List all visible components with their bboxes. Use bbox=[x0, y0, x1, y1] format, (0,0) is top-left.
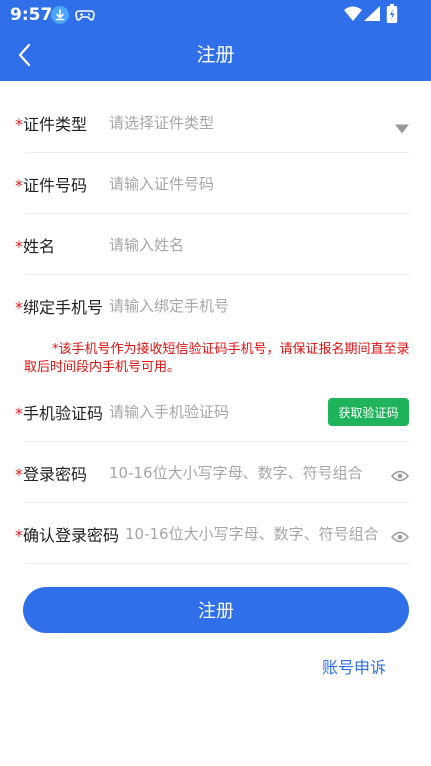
name-input[interactable] bbox=[109, 233, 399, 257]
id-number-field[interactable]: *证件号码 bbox=[15, 154, 409, 214]
id-number-label: *证件号码 bbox=[15, 172, 87, 196]
id-number-label-text: 证件号码 bbox=[23, 176, 88, 195]
confirm-password-label-text: 确认登录密码 bbox=[23, 526, 120, 545]
gamepad-icon bbox=[75, 6, 95, 24]
id-number-input[interactable] bbox=[109, 172, 399, 196]
id-type-label: *证件类型 bbox=[15, 111, 87, 135]
id-type-field[interactable]: *证件类型 bbox=[15, 93, 409, 153]
status-bar: 9:57 bbox=[0, 0, 431, 30]
divider bbox=[25, 563, 409, 564]
account-appeal-link[interactable]: 账号申诉 bbox=[322, 654, 386, 678]
confirm-password-input[interactable] bbox=[125, 522, 383, 546]
sms-code-field[interactable]: *手机验证码 获取验证码 bbox=[15, 382, 409, 442]
battery-icon bbox=[386, 4, 398, 24]
download-icon bbox=[51, 6, 69, 24]
phone-notice: *该手机号作为接收短信验证码手机号，请保证报名期间直至录取后时间段内手机号可用。 bbox=[24, 342, 410, 375]
divider bbox=[25, 274, 409, 275]
required-mark: * bbox=[15, 237, 23, 256]
page-title: 注册 bbox=[196, 44, 235, 66]
divider bbox=[25, 441, 409, 442]
app-bar: 注册 bbox=[0, 30, 431, 81]
required-mark: * bbox=[15, 115, 23, 134]
name-label: *姓名 bbox=[15, 233, 55, 257]
dropdown-arrow-icon[interactable] bbox=[395, 119, 409, 134]
sms-code-input[interactable] bbox=[109, 400, 309, 424]
password-field[interactable]: *登录密码 bbox=[15, 443, 409, 503]
required-mark: * bbox=[15, 404, 23, 423]
required-mark: * bbox=[15, 176, 23, 195]
name-label-text: 姓名 bbox=[23, 237, 56, 256]
password-input[interactable] bbox=[109, 461, 377, 485]
phone-label-text: 绑定手机号 bbox=[23, 298, 104, 317]
eye-icon[interactable] bbox=[391, 467, 409, 482]
sms-code-label-text: 手机验证码 bbox=[23, 404, 104, 423]
eye-icon[interactable] bbox=[391, 528, 409, 543]
id-type-select[interactable] bbox=[109, 111, 369, 135]
required-mark: * bbox=[15, 298, 23, 317]
sms-code-label: *手机验证码 bbox=[15, 400, 103, 424]
name-field[interactable]: *姓名 bbox=[15, 215, 409, 275]
phone-label: *绑定手机号 bbox=[15, 294, 103, 318]
password-label: *登录密码 bbox=[15, 461, 87, 485]
signal-icon bbox=[364, 6, 380, 21]
required-mark: * bbox=[15, 465, 23, 484]
phone-input[interactable] bbox=[109, 294, 399, 318]
confirm-password-field[interactable]: *确认登录密码 bbox=[15, 504, 409, 564]
divider bbox=[25, 152, 409, 153]
wifi-icon bbox=[344, 6, 362, 21]
divider bbox=[25, 213, 409, 214]
password-label-text: 登录密码 bbox=[23, 465, 88, 484]
divider bbox=[25, 502, 409, 503]
get-code-button[interactable]: 获取验证码 bbox=[328, 398, 409, 426]
id-type-label-text: 证件类型 bbox=[23, 115, 88, 134]
status-time: 9:57 bbox=[10, 5, 53, 25]
required-mark: * bbox=[15, 526, 23, 545]
confirm-password-label: *确认登录密码 bbox=[15, 522, 119, 546]
phone-field[interactable]: *绑定手机号 bbox=[15, 276, 409, 336]
register-button[interactable]: 注册 bbox=[23, 587, 409, 633]
